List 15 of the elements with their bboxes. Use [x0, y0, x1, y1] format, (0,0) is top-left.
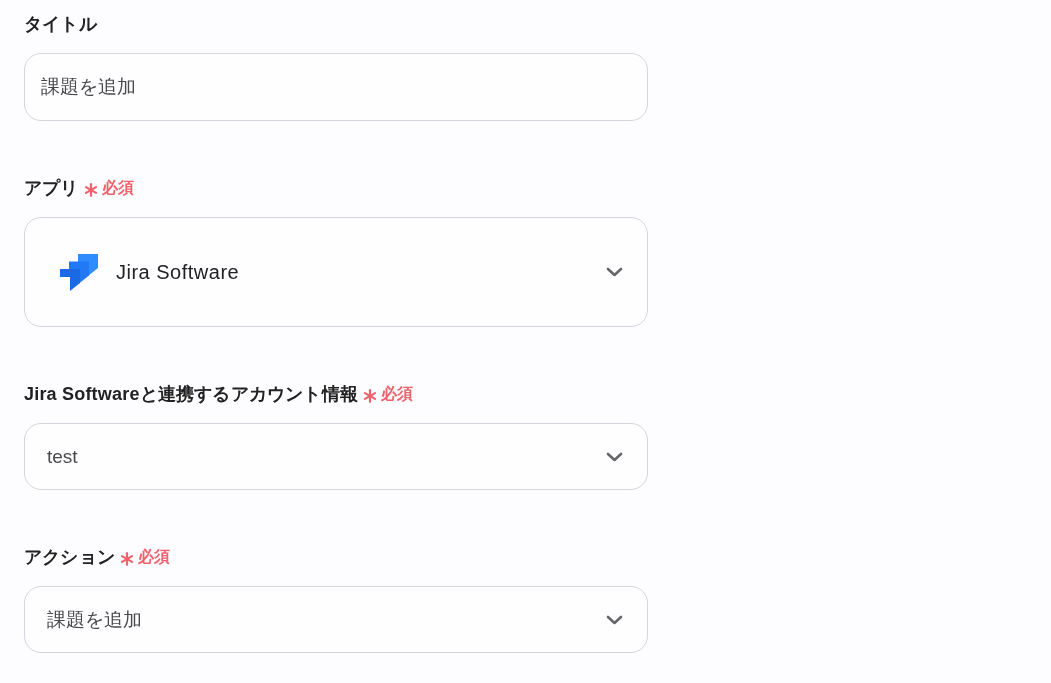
field-label: Jira Softwareと連携するアカウント情報 [24, 383, 359, 406]
chevron-down-icon [606, 267, 623, 277]
app-logo-icon [60, 253, 98, 291]
app-dropdown[interactable]: Jira Software [24, 217, 648, 327]
chevron-down-icon [606, 451, 623, 462]
required-label: 必須 [138, 546, 170, 567]
dropdown[interactable]: 課題を追加 [24, 586, 648, 653]
chevron-down-icon [606, 614, 623, 625]
required-label: 必須 [101, 177, 134, 198]
field-label: タイトル [24, 13, 97, 36]
title-input[interactable]: 課題を追加 [24, 53, 648, 121]
dropdown[interactable]: test [24, 423, 648, 490]
field-label: アプリ [24, 177, 79, 200]
required-label: 必須 [381, 383, 414, 404]
field-label: アクション [24, 546, 115, 569]
